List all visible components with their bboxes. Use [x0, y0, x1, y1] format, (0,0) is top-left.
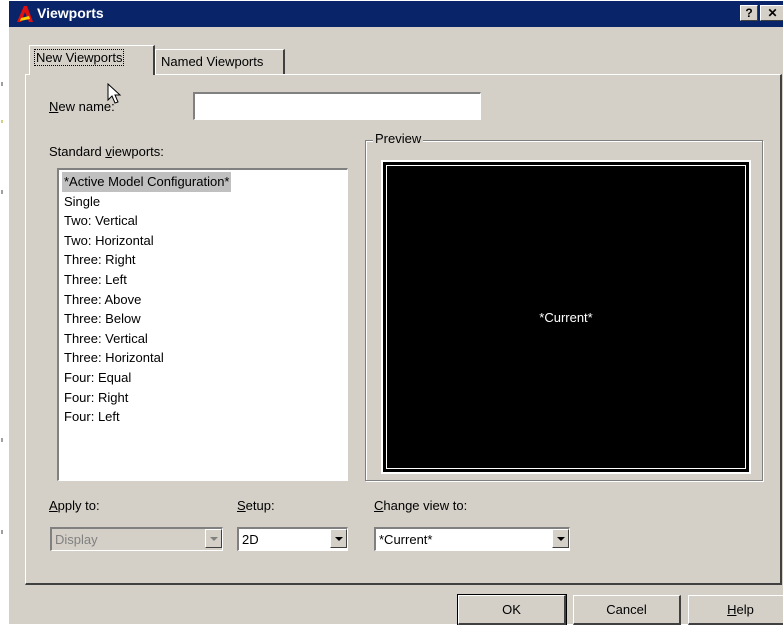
close-button[interactable]: ✕	[760, 5, 783, 21]
setup-text: etup:	[245, 498, 275, 513]
standard-viewports-label: Standard viewports:	[49, 144, 164, 159]
autocad-logo-icon	[17, 6, 33, 22]
apply-to-text: pply to:	[57, 498, 100, 513]
list-item[interactable]: Four: Right	[62, 388, 347, 408]
setup-value: 2D	[242, 532, 259, 547]
cancel-button[interactable]: Cancel	[573, 595, 681, 625]
list-item[interactable]: Four: Left	[62, 407, 347, 427]
apply-to-mnemonic: A	[49, 498, 58, 513]
tab-new-viewports[interactable]: New Viewports	[29, 45, 155, 75]
tab-label: Named Viewports	[161, 54, 264, 69]
window-title: Viewports	[37, 5, 104, 21]
setup-label: Setup:	[237, 498, 275, 513]
help-button[interactable]: Help	[688, 595, 783, 625]
list-item[interactable]: Three: Left	[62, 270, 347, 290]
chevron-down-icon[interactable]	[205, 529, 222, 548]
change-view-label: Change view to:	[374, 498, 467, 513]
desktop-edge	[0, 0, 8, 624]
standard-viewports-label-prefix: Standard	[49, 144, 106, 159]
apply-to-label: Apply to:	[49, 498, 100, 513]
tab-label: New Viewports	[33, 49, 125, 66]
list-item[interactable]: Single	[62, 192, 347, 212]
change-view-value: *Current*	[379, 532, 433, 547]
list-item[interactable]: Two: Vertical	[62, 211, 347, 231]
setup-select[interactable]: 2D	[237, 527, 348, 551]
setup-mnemonic: S	[237, 498, 246, 513]
new-name-label: New name:	[49, 99, 115, 114]
chevron-down-icon[interactable]	[330, 529, 347, 548]
standard-viewports-label-rest: iewports:	[111, 144, 164, 159]
change-view-text: hange view to:	[383, 498, 468, 513]
help-mnemonic: H	[727, 602, 737, 617]
change-view-mnemonic: C	[374, 498, 384, 513]
new-name-input[interactable]	[193, 92, 481, 120]
help-text: elp	[736, 602, 754, 617]
apply-to-value: Display	[55, 532, 98, 547]
title-bar[interactable]: Viewports ? ✕	[9, 1, 783, 27]
chevron-down-icon[interactable]	[552, 529, 569, 548]
preview-legend: Preview	[373, 131, 424, 146]
mouse-pointer-icon	[107, 83, 122, 104]
standard-viewports-list[interactable]: *Active Model Configuration* Single Two:…	[57, 168, 348, 481]
apply-to-select[interactable]: Display	[50, 527, 223, 551]
list-item[interactable]: Three: Vertical	[62, 329, 347, 349]
list-item[interactable]: Four: Equal	[62, 368, 347, 388]
new-name-label-mnemonic: N	[49, 99, 59, 114]
list-item[interactable]: *Active Model Configuration*	[62, 172, 232, 192]
list-item[interactable]: Three: Below	[62, 309, 347, 329]
ok-button[interactable]: OK	[457, 594, 567, 625]
list-item[interactable]: Three: Right	[62, 250, 347, 270]
tab-named-viewports[interactable]: Named Viewports	[155, 49, 285, 75]
list-item[interactable]: Three: Above	[62, 290, 347, 310]
preview-pane: *Current*	[381, 160, 751, 474]
change-view-select[interactable]: *Current*	[374, 527, 570, 551]
list-item[interactable]: Two: Horizontal	[62, 231, 347, 251]
list-item[interactable]: Three: Horizontal	[62, 348, 347, 368]
preview-current-label: *Current*	[539, 310, 593, 325]
help-title-button[interactable]: ?	[740, 5, 758, 21]
viewports-dialog: Viewports ? ✕ New Viewports Named Viewpo…	[8, 0, 783, 625]
